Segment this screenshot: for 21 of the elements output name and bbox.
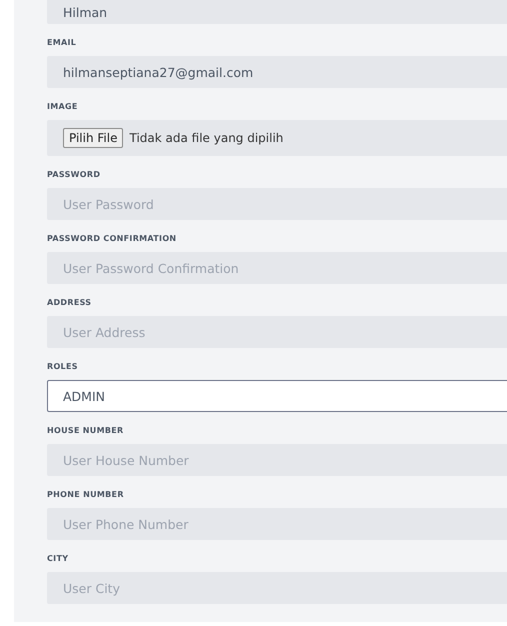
field-label: EMAIL bbox=[47, 37, 78, 49]
input-field[interactable]: ADMIN bbox=[47, 380, 507, 412]
field-label: PHONE NUMBER bbox=[47, 489, 125, 501]
field-label: PASSWORD CONFIRMATION bbox=[47, 233, 178, 245]
input-field[interactable]: User Password Confirmation bbox=[47, 252, 507, 284]
input-field[interactable]: User Password bbox=[47, 188, 507, 220]
choose-file-button[interactable]: Pilih File bbox=[63, 128, 124, 148]
input-field[interactable]: User Phone Number bbox=[47, 508, 507, 540]
field-label: CITY bbox=[47, 553, 70, 565]
input-field[interactable]: User House Number bbox=[47, 444, 507, 476]
input-field[interactable]: Hilman bbox=[47, 0, 507, 24]
input-field[interactable]: hilmanseptiana27@gmail.com bbox=[47, 56, 507, 88]
file-input[interactable]: Pilih File Tidak ada file yang dipilih bbox=[47, 120, 507, 156]
field-label: PASSWORD bbox=[47, 169, 102, 181]
file-status: Tidak ada file yang dipilih bbox=[129, 131, 284, 145]
field-label: HOUSE NUMBER bbox=[47, 425, 124, 437]
input-field[interactable]: User City bbox=[47, 572, 507, 604]
field-label: IMAGE bbox=[47, 101, 79, 113]
field-label: ADDRESS bbox=[47, 297, 92, 309]
input-field[interactable]: User Address bbox=[47, 316, 507, 348]
field-label: ROLES bbox=[47, 361, 79, 373]
